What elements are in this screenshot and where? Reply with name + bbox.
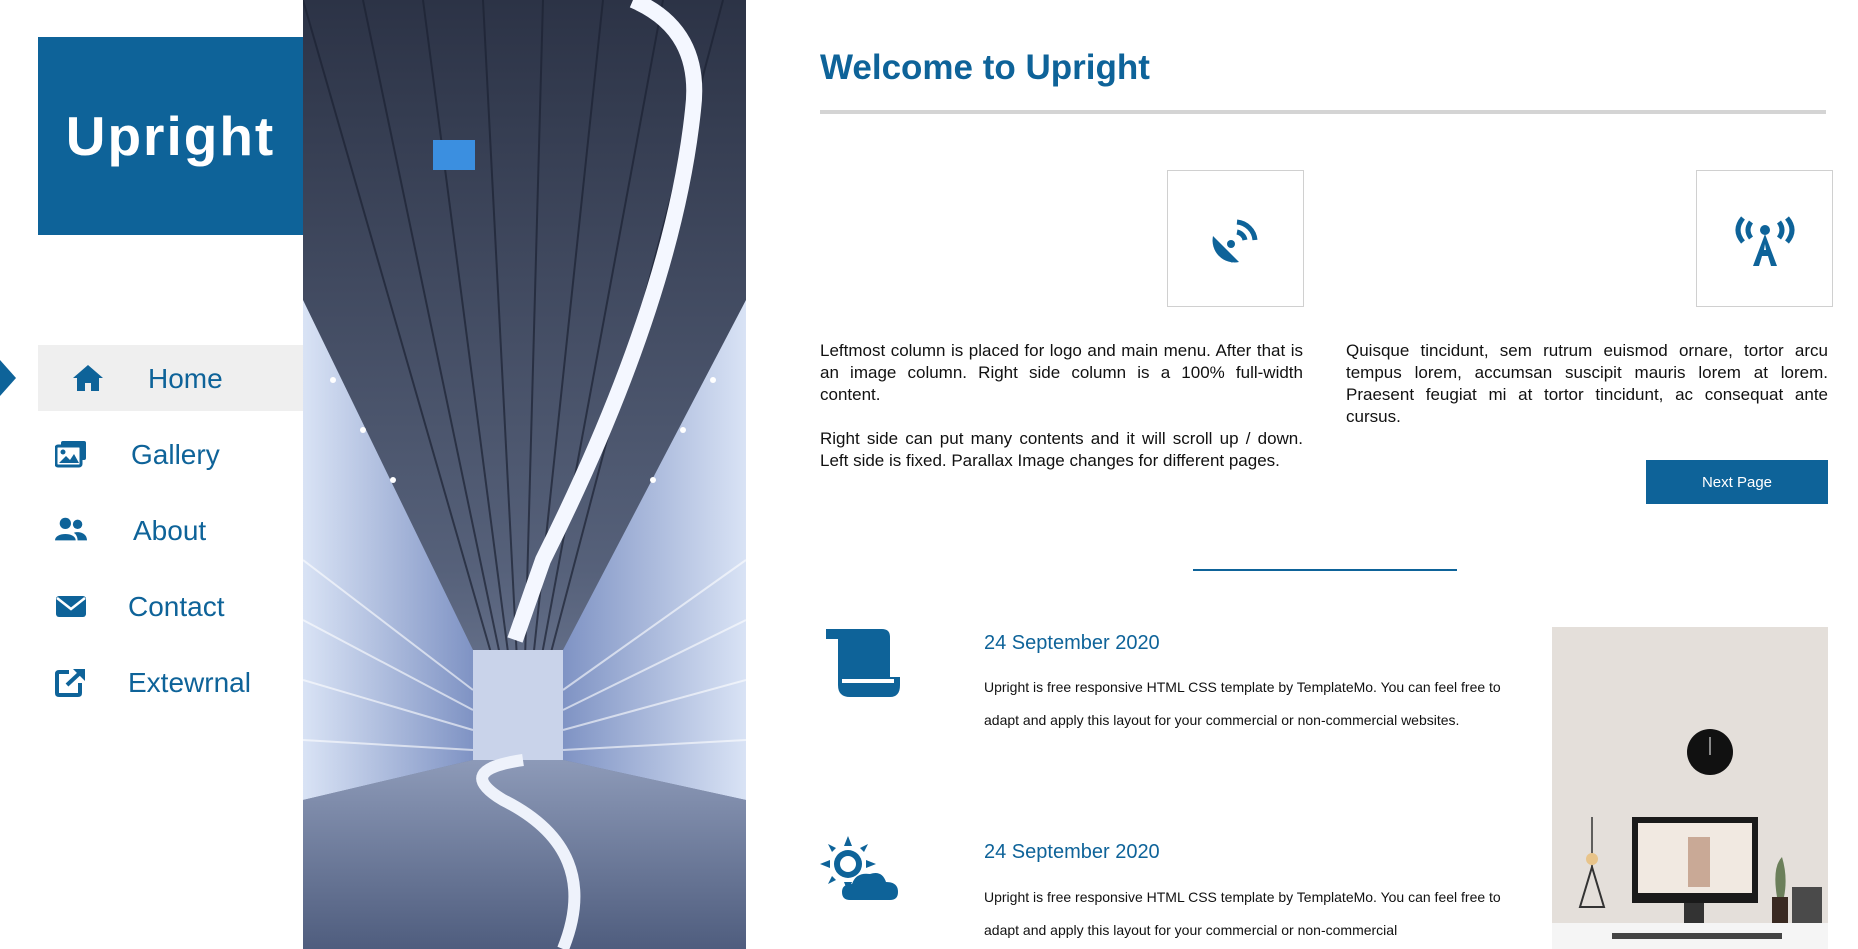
column-2-paragraph-1: Quisque tincidunt, sem rutrum euismod or… (1346, 341, 1828, 426)
logo-text: Upright (65, 105, 276, 167)
title-divider (820, 110, 1826, 114)
column-1-text: Leftmost column is placed for logo and m… (820, 340, 1303, 472)
tunnel-illustration (303, 0, 746, 949)
nav-label-gallery: Gallery (131, 439, 220, 470)
external-link-icon (55, 669, 85, 697)
home-icon (73, 365, 103, 391)
nav-item-home[interactable]: Home (0, 345, 303, 411)
nav-label-about: About (133, 515, 207, 546)
feature-icon-box-1 (1167, 170, 1304, 307)
feature-icon-box-2 (1696, 170, 1833, 307)
nav-item-about[interactable]: About (0, 497, 303, 563)
desk-illustration (1552, 627, 1828, 949)
next-page-button[interactable]: Next Page (1646, 460, 1828, 504)
envelope-icon (56, 596, 86, 617)
column-1-paragraph-2: Right side can put many contents and it … (820, 429, 1303, 470)
main-content: Welcome to Upright Leftmost column is pl… (746, 0, 1858, 949)
nav-item-external[interactable]: Extewrnal (0, 649, 303, 715)
post-1-text: Upright is free responsive HTML CSS temp… (984, 679, 1501, 728)
nav-label-contact: Contact (128, 591, 225, 622)
users-icon (55, 517, 87, 541)
sidebar: Upright Home Gallery About Contact Extew… (0, 0, 303, 949)
logo[interactable]: Upright (38, 37, 303, 235)
desk-photo (1552, 627, 1828, 949)
page-title: Welcome to Upright (820, 48, 1150, 87)
broadcast-tower-icon (1735, 215, 1794, 266)
nav-label-home: Home (148, 363, 223, 394)
post-2-date: 24 September 2020 (984, 841, 1160, 863)
images-icon (55, 441, 86, 468)
satellite-dish-icon (1212, 219, 1257, 263)
post-1-date: 24 September 2020 (984, 632, 1160, 654)
section-divider (1193, 569, 1457, 571)
column-2-text: Quisque tincidunt, sem rutrum euismod or… (1346, 340, 1828, 428)
nav-label-external: Extewrnal (128, 667, 251, 698)
active-indicator-arrow (0, 360, 16, 396)
post-2-text: Upright is free responsive HTML CSS temp… (984, 889, 1501, 938)
main-menu: Home Gallery About Contact Extewrnal (0, 345, 303, 725)
nav-item-gallery[interactable]: Gallery (0, 421, 303, 487)
nav-item-contact[interactable]: Contact (0, 573, 303, 639)
parallax-tunnel-image (303, 0, 746, 949)
scroll-icon (826, 629, 900, 697)
cloud-sun-icon (820, 836, 898, 900)
column-1-paragraph-1: Leftmost column is placed for logo and m… (820, 341, 1303, 404)
